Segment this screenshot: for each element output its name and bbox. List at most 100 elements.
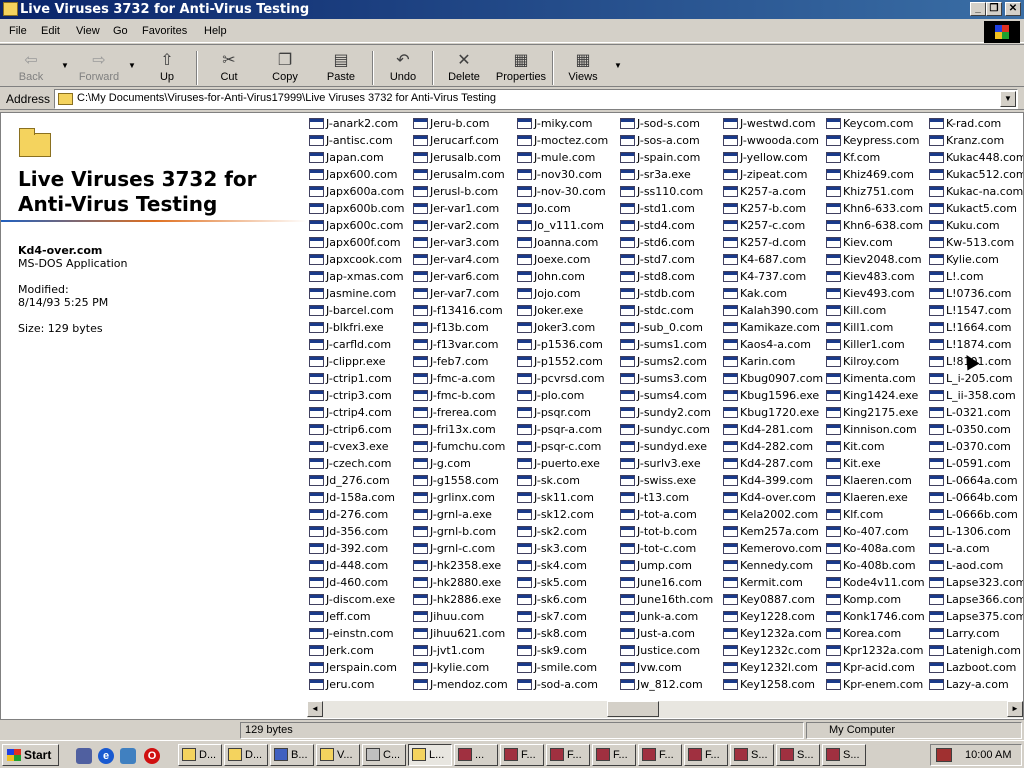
file-item[interactable]: June16th.com: [618, 591, 713, 608]
file-item[interactable]: J-fumchu.com: [411, 438, 508, 455]
file-item[interactable]: J-tot-b.com: [618, 523, 713, 540]
file-item[interactable]: J-sk2.com: [515, 523, 608, 540]
file-item[interactable]: K257-c.com: [721, 217, 823, 234]
file-item[interactable]: J-sundy2.com: [618, 404, 713, 421]
file-item[interactable]: Latenigh.com: [927, 642, 1023, 659]
file-item[interactable]: Joexe.com: [515, 251, 608, 268]
file-item[interactable]: J-kylie.com: [411, 659, 508, 676]
file-item[interactable]: J-fri13x.com: [411, 421, 508, 438]
file-item[interactable]: K257-a.com: [721, 183, 823, 200]
file-item[interactable]: Jerk.com: [307, 642, 404, 659]
file-item[interactable]: Lazboot.com: [927, 659, 1023, 676]
file-item[interactable]: Kd4-399.com: [721, 472, 823, 489]
file-item[interactable]: J-sr3a.exe: [618, 166, 713, 183]
file-item[interactable]: J-mendoz.com: [411, 676, 508, 693]
file-item[interactable]: Joker.exe: [515, 302, 608, 319]
file-item[interactable]: J-stdc.com: [618, 302, 713, 319]
file-item[interactable]: Jer-var7.com: [411, 285, 508, 302]
file-item[interactable]: L!1664.com: [927, 319, 1023, 336]
file-item[interactable]: J-sod-a.com: [515, 676, 608, 693]
file-item[interactable]: Kuku.com: [927, 217, 1023, 234]
file-item[interactable]: Jerusl-b.com: [411, 183, 508, 200]
file-item[interactable]: J-sk12.com: [515, 506, 608, 523]
file-item[interactable]: Kukact5.com: [927, 200, 1023, 217]
file-item[interactable]: Jvw.com: [618, 659, 713, 676]
file-item[interactable]: L!1874.com: [927, 336, 1023, 353]
file-item[interactable]: J-psqr.com: [515, 404, 608, 421]
file-item[interactable]: J-plo.com: [515, 387, 608, 404]
file-item[interactable]: Kd4-281.com: [721, 421, 823, 438]
file-item[interactable]: Justice.com: [618, 642, 713, 659]
file-item[interactable]: Kw-513.com: [927, 234, 1023, 251]
file-item[interactable]: Kill.com: [824, 302, 925, 319]
file-item[interactable]: L-0591.com: [927, 455, 1023, 472]
scroll-thumb[interactable]: [607, 701, 659, 717]
file-item[interactable]: K257-d.com: [721, 234, 823, 251]
file-item[interactable]: Jd_276.com: [307, 472, 404, 489]
minimize-button[interactable]: _: [970, 2, 986, 16]
file-item[interactable]: J-nov-30.com: [515, 183, 608, 200]
file-item[interactable]: J-carfld.com: [307, 336, 404, 353]
address-path[interactable]: C:\My Documents\Viruses-for-Anti-Virus17…: [77, 92, 496, 104]
taskbar-button[interactable]: F...: [638, 744, 682, 766]
copy-button[interactable]: ❐ Copy: [258, 49, 312, 85]
file-item[interactable]: Konk1746.com: [824, 608, 925, 625]
file-item[interactable]: L_i-205.com: [927, 370, 1023, 387]
file-item[interactable]: Jeff.com: [307, 608, 404, 625]
file-item[interactable]: Jer-var3.com: [411, 234, 508, 251]
file-item[interactable]: Lapse366.com: [927, 591, 1023, 608]
menu-go[interactable]: Go: [113, 25, 128, 37]
file-item[interactable]: Lazy-a.com: [927, 676, 1023, 693]
file-item[interactable]: Klf.com: [824, 506, 925, 523]
file-item[interactable]: King2175.exe: [824, 404, 925, 421]
file-item[interactable]: Kiev483.com: [824, 268, 925, 285]
file-item[interactable]: Kimenta.com: [824, 370, 925, 387]
taskbar-button[interactable]: F...: [500, 744, 544, 766]
file-item[interactable]: J-fmc-a.com: [411, 370, 508, 387]
views-button[interactable]: ▦ Views: [556, 49, 610, 85]
file-item[interactable]: Joker3.com: [515, 319, 608, 336]
taskbar-button[interactable]: F...: [684, 744, 728, 766]
file-item[interactable]: Kit.com: [824, 438, 925, 455]
file-item[interactable]: Key1228.com: [721, 608, 823, 625]
file-item[interactable]: Jd-356.com: [307, 523, 404, 540]
file-item[interactable]: Kermit.com: [721, 574, 823, 591]
taskbar-button[interactable]: L...: [408, 744, 452, 766]
file-item[interactable]: J-einstn.com: [307, 625, 404, 642]
file-item[interactable]: Kd4-287.com: [721, 455, 823, 472]
file-item[interactable]: J-sk6.com: [515, 591, 608, 608]
file-item[interactable]: Jerspain.com: [307, 659, 404, 676]
paste-button[interactable]: ▤ Paste: [314, 49, 368, 85]
file-item[interactable]: J-sk4.com: [515, 557, 608, 574]
file-item[interactable]: John.com: [515, 268, 608, 285]
file-item[interactable]: J-feb7.com: [411, 353, 508, 370]
file-item[interactable]: J-g.com: [411, 455, 508, 472]
title-bar[interactable]: Live Viruses 3732 for Anti-Virus Testing…: [0, 0, 1024, 19]
file-item[interactable]: J-std4.com: [618, 217, 713, 234]
file-item[interactable]: Key1258.com: [721, 676, 823, 693]
file-item[interactable]: L-0350.com: [927, 421, 1023, 438]
file-item[interactable]: Ko-408a.com: [824, 540, 925, 557]
file-item[interactable]: J-ctrip1.com: [307, 370, 404, 387]
file-item[interactable]: Kilroy.com: [824, 353, 925, 370]
scroll-left-button[interactable]: ◄: [307, 701, 323, 717]
file-item[interactable]: L-1306.com: [927, 523, 1023, 540]
horizontal-scrollbar[interactable]: ◄ ►: [307, 701, 1023, 718]
file-item[interactable]: J-grlinx.com: [411, 489, 508, 506]
file-item[interactable]: L-0666b.com: [927, 506, 1023, 523]
file-item[interactable]: Kela2002.com: [721, 506, 823, 523]
file-item[interactable]: Kranz.com: [927, 132, 1023, 149]
delete-button[interactable]: ✕ Delete: [437, 49, 491, 85]
file-item[interactable]: Key1232c.com: [721, 642, 823, 659]
file-item[interactable]: Kbug1720.exe: [721, 404, 823, 421]
file-item[interactable]: L!0736.com: [927, 285, 1023, 302]
file-item[interactable]: Klaeren.com: [824, 472, 925, 489]
taskbar-button[interactable]: B...: [270, 744, 314, 766]
file-item[interactable]: J-sod-s.com: [618, 115, 713, 132]
file-item[interactable]: June16.com: [618, 574, 713, 591]
file-item[interactable]: Jer-var6.com: [411, 268, 508, 285]
file-item[interactable]: Khiz469.com: [824, 166, 925, 183]
tray-app-icon[interactable]: [936, 748, 952, 762]
file-item[interactable]: J-ss110.com: [618, 183, 713, 200]
file-item[interactable]: J-puerto.exe: [515, 455, 608, 472]
